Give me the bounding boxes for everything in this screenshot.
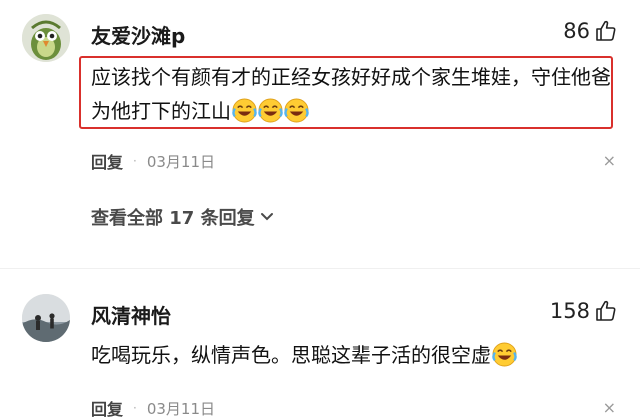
emoji-group [231, 98, 309, 123]
close-icon[interactable]: × [603, 151, 616, 170]
landscape-avatar-icon [22, 294, 70, 342]
comment-2: 风清神怡 158 吃喝玩乐，纵情声色。思聪这辈子活的很空虚 回复 · 03月11… [0, 280, 640, 419]
thumbs-up-icon[interactable] [594, 19, 618, 43]
laughing-crying-emoji [258, 98, 283, 123]
thumbs-up-icon[interactable] [594, 299, 618, 323]
bird-avatar-icon [22, 14, 70, 62]
comment-meta: 回复 · 03月11日 [91, 396, 215, 420]
meta-separator: · [133, 154, 137, 168]
reply-button[interactable]: 回复 [91, 396, 123, 420]
chevron-down-icon [260, 213, 273, 221]
comment-meta: 回复 · 03月11日 [91, 149, 215, 173]
comment-1: 友爱沙滩p 86 应该找个有颜有才的正经女孩好好成个家生堆娃，守住他爸为他打下的… [0, 0, 640, 260]
view-all-replies-label: 查看全部 17 条回复 [91, 208, 255, 229]
comment-text: 应该找个有颜有才的正经女孩好好成个家生堆娃，守住他爸为他打下的江山 [91, 60, 614, 128]
like-count: 158 [549, 299, 590, 323]
comment-username[interactable]: 友爱沙滩p [91, 20, 185, 49]
comment-date: 03月11日 [146, 399, 216, 418]
like-counter[interactable]: 86 [563, 19, 618, 43]
laughing-crying-emoji [284, 98, 309, 123]
reply-button[interactable]: 回复 [91, 149, 123, 173]
comment-text-content: 吃喝玩乐，纵情声色。思聪这辈子活的很空虚 [91, 343, 491, 367]
comment-text: 吃喝玩乐，纵情声色。思聪这辈子活的很空虚 [91, 338, 614, 372]
avatar[interactable] [22, 14, 70, 62]
view-all-replies-button[interactable]: 查看全部 17 条回复 [91, 204, 275, 230]
comment-username[interactable]: 风清神怡 [91, 300, 171, 329]
meta-separator: · [133, 401, 137, 415]
laughing-crying-emoji [492, 342, 517, 367]
comment-divider [0, 268, 640, 269]
comment-text-content: 应该找个有颜有才的正经女孩好好成个家生堆娃，守住他爸为他打下的江山 [91, 65, 611, 123]
like-counter[interactable]: 158 [550, 299, 618, 323]
laughing-crying-emoji [232, 98, 257, 123]
comment-date: 03月11日 [146, 152, 216, 171]
like-count: 86 [563, 19, 590, 43]
avatar[interactable] [22, 294, 70, 342]
close-icon[interactable]: × [603, 398, 616, 417]
